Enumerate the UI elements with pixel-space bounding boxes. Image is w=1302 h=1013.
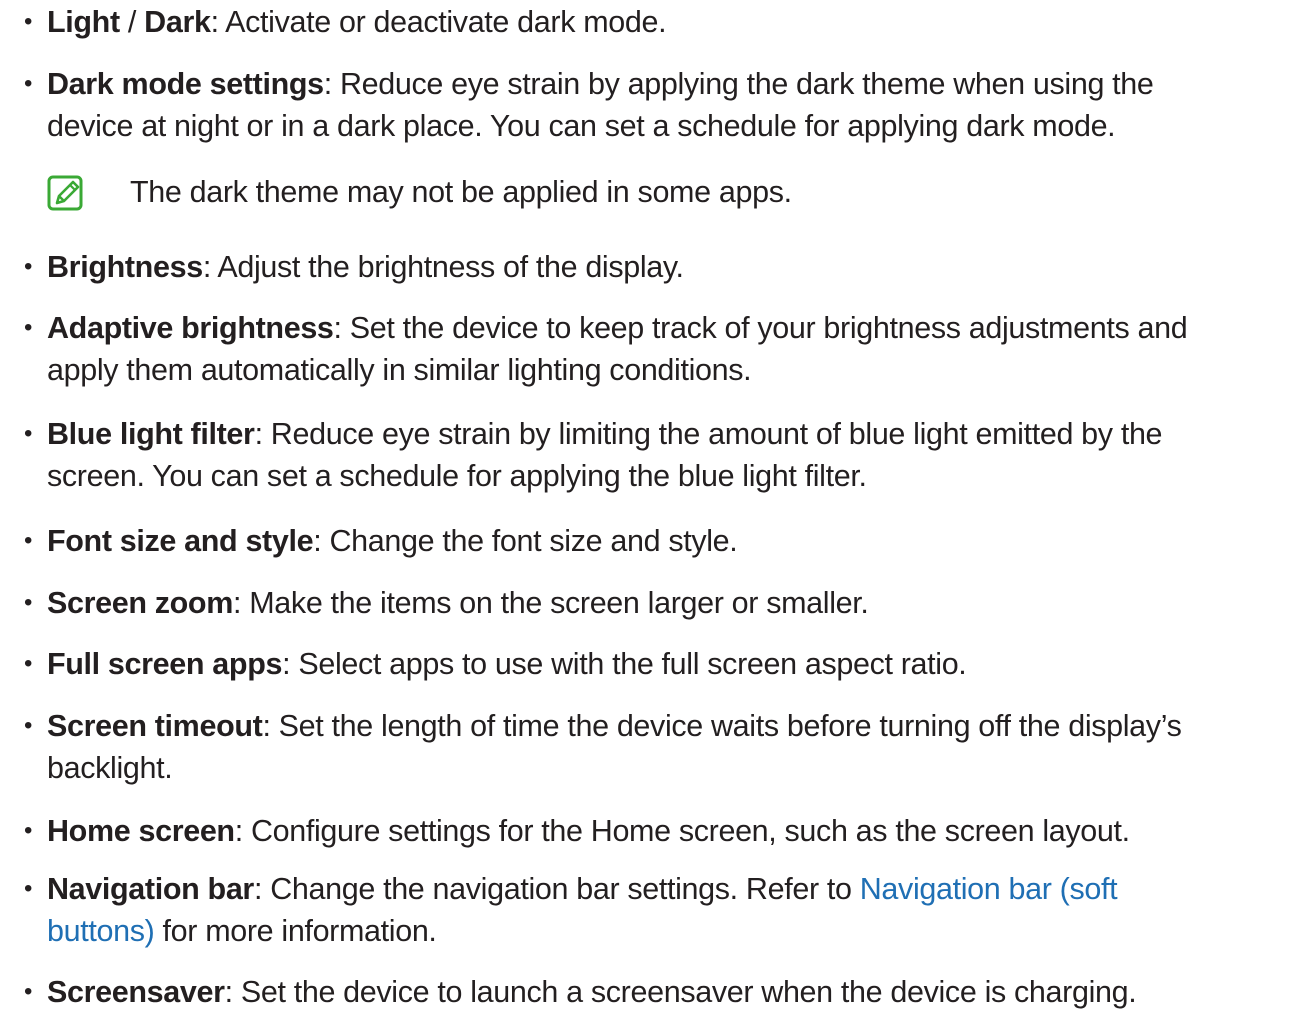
bullet: • [24,314,33,341]
item-description: : Make the items on the screen larger or… [233,586,869,620]
term-screen-timeout: Screen timeout [47,709,263,743]
term-dark: Dark [144,5,211,39]
note-callout: The dark theme may not be applied in som… [47,171,1247,213]
term-full-screen-apps: Full screen apps [47,647,283,681]
bullet: • [24,70,33,97]
item-description: : Configure settings for the Home screen… [234,814,1130,848]
bullet: • [24,875,33,902]
item-description: : Change the navigation bar settings. Re… [253,872,860,906]
item-description: : Set the device to launch a screensaver… [224,975,1137,1009]
note-text: The dark theme may not be applied in som… [130,175,792,209]
item-description-continued: screen. You can set a schedule for apply… [47,459,867,493]
item-description: : Adjust the brightness of the display. [202,250,684,284]
bullet: • [24,712,33,739]
bullet: • [24,253,33,280]
item-description-continued: device at night or in a dark place. You … [47,109,1116,143]
item-description-continued: for more information. [154,914,437,948]
item-description: : Activate or deactivate dark mode. [210,5,667,39]
item-description: : Set the device to keep track of your b… [333,311,1188,345]
item-description: : Change the font size and style. [313,524,738,558]
term-adaptive-brightness: Adaptive brightness [47,311,334,345]
bullet: • [24,978,33,1005]
term-separator: / [119,5,145,39]
manual-page: • Light / Dark: Activate or deactivate d… [0,0,1302,1009]
term-screen-zoom: Screen zoom [47,586,233,620]
term-light: Light [47,5,120,39]
item-description: : Reduce eye strain by applying the dark… [323,67,1154,101]
term-brightness: Brightness [47,250,203,284]
note-pencil-icon [47,175,83,211]
item-description: : Reduce eye strain by limiting the amou… [254,417,1163,451]
item-description: : Select apps to use with the full scree… [282,647,967,681]
bullet: • [24,420,33,447]
term-dark-mode-settings: Dark mode settings [47,67,324,101]
term-blue-light-filter: Blue light filter [47,417,255,451]
navigation-bar-link-continued[interactable]: buttons) [47,914,155,948]
term-screensaver: Screensaver [47,975,225,1009]
term-navigation-bar: Navigation bar [47,872,254,906]
bullet: • [24,589,33,616]
bullet: • [24,650,33,677]
term-home-screen: Home screen [47,814,235,848]
item-description-continued: apply them automatically in similar ligh… [47,353,752,387]
item-description: : Set the length of time the device wait… [262,709,1182,743]
navigation-bar-link[interactable]: Navigation bar (soft [860,872,1118,906]
item-description-continued: backlight. [47,751,173,785]
bullet: • [24,817,33,844]
bullet: • [24,527,33,554]
term-font-size-and-style: Font size and style [47,524,314,558]
bullet: • [24,8,33,35]
